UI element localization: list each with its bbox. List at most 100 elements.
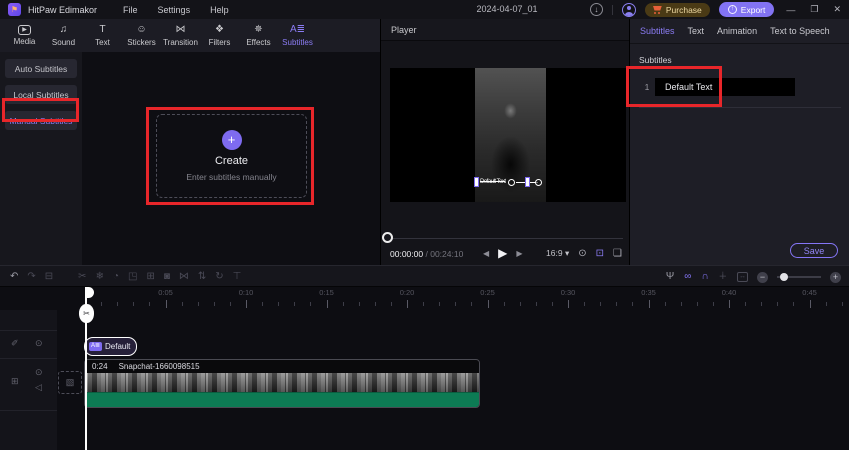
speed-icon[interactable]: ◔ xyxy=(113,272,119,282)
auto-ripple-icon[interactable]: ↔ xyxy=(737,272,748,282)
rotate-icon[interactable]: ↻ xyxy=(215,272,223,282)
ribbon-tab-transition[interactable]: ⋈ Transition xyxy=(161,19,200,52)
divider xyxy=(0,410,57,411)
ruler-tick xyxy=(407,300,408,308)
split-icon[interactable]: ✂ xyxy=(78,272,86,282)
frame-crop-icon[interactable]: ⊡ xyxy=(596,248,604,259)
subtitle-text-input[interactable]: Default Text xyxy=(655,78,795,96)
close-button[interactable]: ✕ xyxy=(830,4,844,15)
ribbon-tab-sound[interactable]: ♫ Sound xyxy=(44,19,83,52)
video-preview[interactable]: Default Text xyxy=(390,68,626,202)
freeze-icon[interactable]: ❄ xyxy=(96,272,104,282)
ribbon-tab-label: Filters xyxy=(208,38,231,47)
link-clips-icon[interactable]: ∞ xyxy=(684,272,691,282)
mirror-icon[interactable]: ⋈ xyxy=(179,272,189,282)
menu-settings[interactable]: Settings xyxy=(158,5,191,15)
cart-icon xyxy=(653,5,662,15)
zoom-slider-knob[interactable] xyxy=(780,273,788,281)
ribbon-tab-filters[interactable]: ❖ Filters xyxy=(200,19,239,52)
crop-icon[interactable]: ◳ xyxy=(128,272,137,282)
ruler-tick xyxy=(487,300,489,308)
timeline-toolbar: ↶ ↷ ⊟ ✂ ❄ ◔ ◳ ⊞ ◙ ⋈ ⇅ ↻ ⊤ Ψ ∞ ∩ ∔ ↔ − + xyxy=(0,265,849,287)
tab-text-to-speech[interactable]: Text to Speech xyxy=(770,26,830,36)
menu-file[interactable]: File xyxy=(123,5,138,15)
video-clip-header: 0:24 Snapchat-1660098515 xyxy=(85,360,479,373)
redo-icon[interactable]: ↷ xyxy=(27,272,35,282)
subtitle-selection-overlay[interactable]: Default Text xyxy=(474,176,544,189)
timeline-zoom-slider[interactable] xyxy=(777,273,821,281)
purchase-button[interactable]: Purchase xyxy=(644,2,710,17)
current-time: 00:00:00 xyxy=(390,249,424,259)
video-clip-name: Snapchat-1660098515 xyxy=(118,362,200,371)
add-media-button[interactable]: ▧ xyxy=(58,371,82,394)
pin-icon[interactable]: ✐ xyxy=(11,339,19,348)
resize-handle-right[interactable] xyxy=(525,177,530,187)
ribbon-tab-subtitles[interactable]: A≣ Subtitles xyxy=(278,19,317,52)
chevron-down-icon: ▾ xyxy=(564,248,570,258)
mask-icon[interactable]: ◙ xyxy=(164,272,170,282)
ribbon-tab-media[interactable]: ▶ Media xyxy=(5,19,44,52)
ruler-tick xyxy=(149,302,151,306)
subtitle-text-value: Default Text xyxy=(665,82,713,92)
resize-handle-left[interactable] xyxy=(474,177,479,187)
snapshot-icon[interactable]: ⊙ xyxy=(578,248,586,259)
zoom-in-button[interactable]: + xyxy=(830,271,841,283)
ruler-tick xyxy=(294,302,296,306)
ribbon-tab-label: Subtitles xyxy=(282,38,313,47)
copy-icon[interactable]: ⊞ xyxy=(146,272,154,282)
timeline-ruler[interactable]: 0:05 0:10 0:15 0:20 0:25 0:30 0:35 0:40 0:45 xyxy=(0,287,849,310)
sidebar-item-local-subtitles[interactable]: Local Subtitles xyxy=(5,85,77,104)
properties-panel: Subtitles Text Animation Text to Speech Sub… xyxy=(630,19,849,265)
player-scrubber-knob[interactable] xyxy=(382,232,393,243)
ruler-tick xyxy=(278,302,280,306)
sidebar-item-manual-subtitles[interactable]: Manual Subtitles xyxy=(5,111,77,130)
center-handle[interactable] xyxy=(508,179,515,186)
sidebar-item-auto-subtitles[interactable]: Auto Subtitles xyxy=(5,59,77,78)
undo-icon[interactable]: ↶ xyxy=(10,272,18,282)
video-track-visibility-icon[interactable]: ⊙ xyxy=(35,368,43,377)
ruler-tick xyxy=(616,302,618,306)
download-button[interactable]: ↓ xyxy=(589,3,603,16)
export-button[interactable]: ↑ Export xyxy=(718,2,775,17)
subtitle-overlay-text[interactable]: Default Text xyxy=(480,179,506,185)
save-button[interactable]: Save xyxy=(790,243,838,258)
subtitle-clip[interactable]: A≣ Default xyxy=(84,337,137,356)
ruler-tick xyxy=(229,302,231,306)
create-subtitles-button[interactable]: + Create Enter subtitles manually xyxy=(156,114,307,198)
maximize-button[interactable]: ❐ xyxy=(807,4,821,15)
timeline: 0:05 0:10 0:15 0:20 0:25 0:30 0:35 0:40 0:45 ✐ ⊙… xyxy=(0,287,849,450)
player-scrubber-track[interactable] xyxy=(391,238,623,239)
tab-animation[interactable]: Animation xyxy=(717,26,757,36)
ruler-label: 0:10 xyxy=(238,288,254,297)
tab-subtitles[interactable]: Subtitles xyxy=(640,26,675,36)
ruler-label: 0:05 xyxy=(158,288,173,297)
fullscreen-icon[interactable]: ❏ xyxy=(613,248,622,259)
snap-playhead-icon[interactable]: ∔ xyxy=(719,272,727,282)
video-clip-audio-waveform xyxy=(85,392,479,407)
aspect-ratio-dropdown[interactable]: 16:9 ▾ xyxy=(546,248,569,259)
ribbon-tab-stickers[interactable]: ☺ Stickers xyxy=(122,19,161,52)
tab-text[interactable]: Text xyxy=(688,26,705,36)
rotate-handle[interactable] xyxy=(535,178,542,186)
ribbon-tab-text[interactable]: T Text xyxy=(83,19,122,52)
record-voiceover-icon[interactable]: Ψ xyxy=(666,272,674,282)
video-clip[interactable]: 0:24 Snapchat-1660098515 xyxy=(84,359,480,408)
ruler-label: 0:30 xyxy=(560,288,576,297)
ruler-tick xyxy=(374,302,376,306)
menu-help[interactable]: Help xyxy=(210,5,229,15)
text-tool-icon[interactable]: ⊤ xyxy=(233,272,242,282)
delete-icon[interactable]: ⊟ xyxy=(45,272,53,282)
next-frame-button[interactable]: ▶ xyxy=(516,249,522,258)
account-button[interactable] xyxy=(621,2,636,17)
play-button[interactable]: ▶ xyxy=(498,246,507,260)
magnet-snap-icon[interactable]: ∩ xyxy=(701,272,708,282)
subtitle-track-visibility-icon[interactable]: ⊙ xyxy=(35,339,43,348)
minimize-button[interactable]: — xyxy=(783,5,798,15)
playhead-handle[interactable]: ✂ xyxy=(79,304,94,323)
previous-frame-button[interactable]: ◀ xyxy=(483,249,489,258)
zoom-out-button[interactable]: − xyxy=(757,271,768,283)
plus-icon: + xyxy=(221,130,242,150)
flip-vertical-icon[interactable]: ⇅ xyxy=(198,272,206,282)
video-track-mute-icon[interactable]: ◁ xyxy=(35,383,42,392)
ribbon-tab-effects[interactable]: ✵ Effects xyxy=(239,19,278,52)
